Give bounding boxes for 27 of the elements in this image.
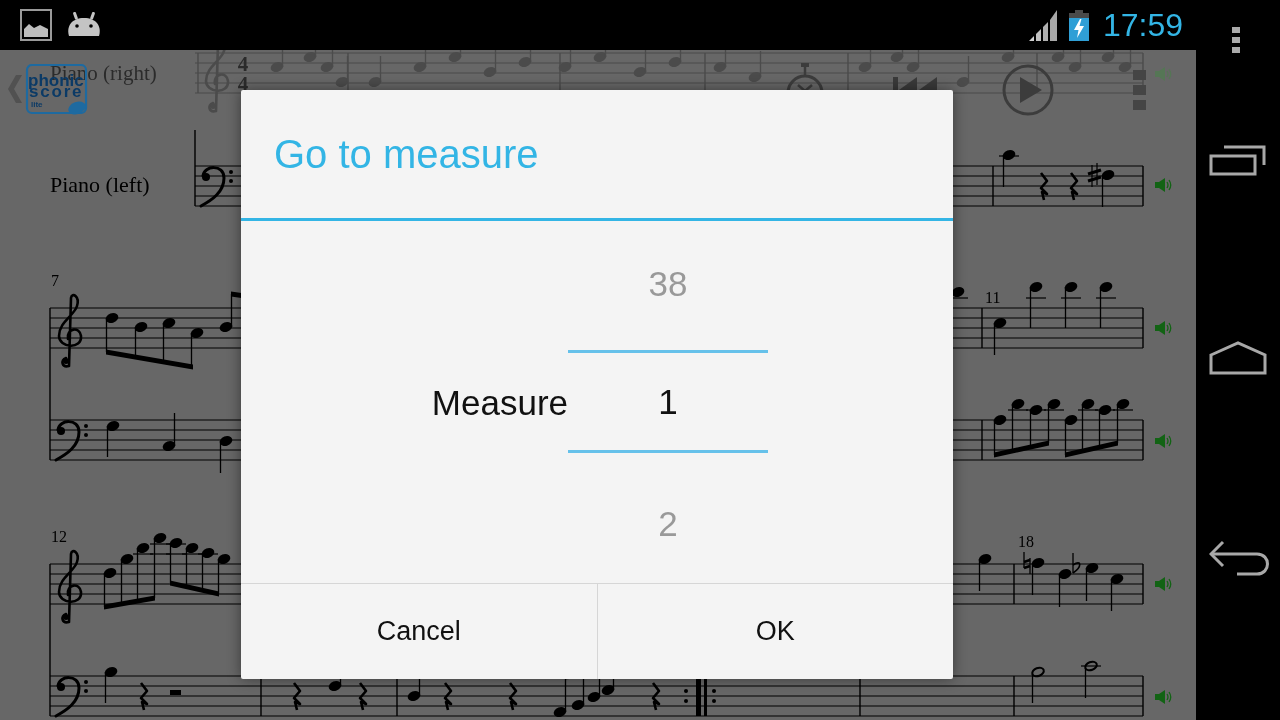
dialog-title: Go to measure (274, 134, 539, 174)
status-time: 17:59 (1102, 9, 1183, 41)
speaker-icon[interactable] (1155, 177, 1173, 193)
speaker-icon[interactable] (1155, 433, 1173, 449)
signal-icon (1028, 9, 1057, 41)
speaker-icon[interactable] (1155, 576, 1173, 592)
time-signature: 4 4 (237, 52, 249, 96)
stacked-squares-icon[interactable] (1133, 70, 1146, 110)
back-icon[interactable] (1209, 540, 1271, 576)
measure-number: 12 (51, 529, 67, 545)
measure-field[interactable]: 1 (568, 350, 768, 453)
cancel-button[interactable]: Cancel (241, 584, 598, 679)
speaker-icon[interactable] (1155, 320, 1173, 336)
staff-label: Piano (left) (50, 174, 150, 196)
android-icon (66, 12, 102, 38)
ok-button[interactable]: OK (597, 584, 953, 679)
measure-number: 7 (51, 273, 59, 289)
play-icon[interactable] (1002, 64, 1054, 116)
recent-apps-icon[interactable] (1209, 143, 1267, 176)
battery-charging-icon (1068, 9, 1089, 41)
home-icon[interactable] (1209, 341, 1267, 375)
overflow-menu-icon[interactable] (1232, 27, 1240, 53)
measure-number: 18 (1018, 534, 1034, 550)
picture-icon (20, 9, 52, 41)
speaker-icon[interactable] (1155, 689, 1173, 705)
picker-label: Measure (431, 384, 568, 420)
measure-number: 11 (985, 290, 1001, 306)
